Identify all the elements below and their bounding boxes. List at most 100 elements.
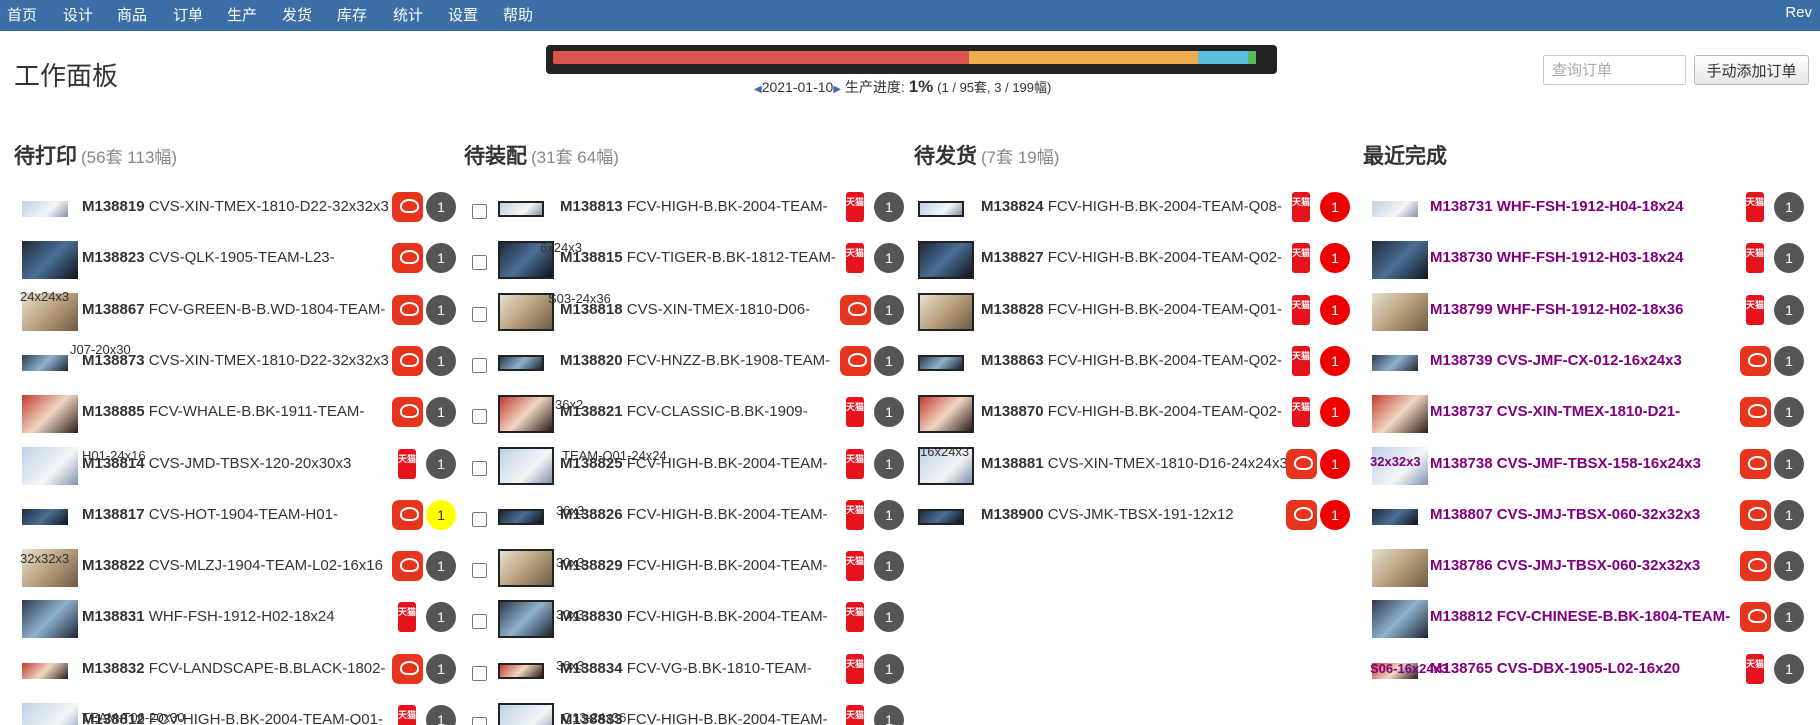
- quantity-circle[interactable]: 1: [874, 345, 904, 376]
- quantity-circle[interactable]: 1: [1774, 243, 1804, 274]
- quantity-circle[interactable]: 1: [1774, 499, 1804, 530]
- order-label[interactable]: M138813 FCV-HIGH-B.BK-2004-TEAM-: [560, 198, 828, 215]
- quantity-circle[interactable]: 1: [426, 192, 456, 222]
- order-row[interactable]: M138825 FCV-HIGH-B.BK-2004-TEAM- 天猫 1: [472, 443, 912, 489]
- add-order-button[interactable]: 手动添加订单: [1694, 55, 1809, 85]
- nav-design[interactable]: 设计: [63, 4, 93, 25]
- order-id[interactable]: M138831: [82, 608, 145, 625]
- order-label[interactable]: M138832 FCV-LANDSCAPE-B.BLACK-1802-: [82, 660, 385, 677]
- quantity-circle[interactable]: 1: [426, 397, 456, 428]
- artwork-thumbnail[interactable]: [1372, 600, 1428, 639]
- artwork-thumbnail[interactable]: [498, 446, 554, 485]
- order-label[interactable]: M138885 FCV-WHALE-B.BK-1911-TEAM-: [82, 403, 364, 420]
- quantity-circle[interactable]: 1: [426, 243, 456, 274]
- quantity-circle[interactable]: 1: [1320, 499, 1350, 530]
- order-row[interactable]: M138831 WHF-FSH-1912-H02-18x24 天猫 1: [18, 596, 458, 642]
- order-row[interactable]: M138807 CVS-JMJ-TBSX-060-32x32x3 1: [1368, 494, 1808, 540]
- order-row[interactable]: M138737 CVS-XIN-TMEX-1810-D21- 1: [1368, 391, 1808, 437]
- order-row[interactable]: M138832 FCV-LANDSCAPE-B.BLACK-1802- 1: [18, 648, 458, 694]
- artwork-thumbnail[interactable]: [22, 662, 68, 679]
- order-label[interactable]: M138834 FCV-VG-B.BK-1810-TEAM-: [560, 660, 812, 677]
- order-label[interactable]: M138870 FCV-HIGH-B.BK-2004-TEAM-Q02-: [981, 403, 1282, 420]
- artwork-thumbnail[interactable]: [498, 662, 544, 679]
- order-id[interactable]: M138739: [1430, 352, 1493, 369]
- quantity-circle[interactable]: 1: [874, 551, 904, 582]
- order-row[interactable]: M138738 CVS-JMF-TBSX-158-16x24x3 1: [1368, 443, 1808, 489]
- row-checkbox[interactable]: [472, 563, 487, 579]
- order-label[interactable]: M138786 CVS-JMJ-TBSX-060-32x32x3: [1430, 557, 1700, 574]
- order-id[interactable]: M138881: [981, 455, 1044, 472]
- artwork-thumbnail[interactable]: [918, 241, 974, 280]
- quantity-circle[interactable]: 1: [1320, 345, 1350, 376]
- artwork-thumbnail[interactable]: [1372, 292, 1428, 331]
- quantity-circle[interactable]: 1: [1320, 294, 1350, 325]
- artwork-thumbnail[interactable]: [1372, 395, 1428, 434]
- order-label[interactable]: M138815 FCV-TIGER-B.BK-1812-TEAM-: [560, 249, 836, 266]
- order-id[interactable]: M138817: [82, 506, 145, 523]
- prev-date-icon[interactable]: ◀: [754, 84, 762, 95]
- order-label[interactable]: M138831 WHF-FSH-1912-H02-18x24: [82, 608, 335, 625]
- quantity-circle[interactable]: 1: [426, 653, 456, 684]
- order-row[interactable]: M138900 CVS-JMK-TBSX-191-12x12 1: [918, 494, 1358, 540]
- order-id[interactable]: M138832: [82, 660, 145, 677]
- order-row[interactable]: M138867 FCV-GREEN-B-B.WD-1804-TEAM- 1: [18, 289, 458, 335]
- order-label[interactable]: M138820 FCV-HNZZ-B.BK-1908-TEAM-: [560, 352, 830, 369]
- order-row[interactable]: M138818 CVS-XIN-TMEX-1810-D06- 1: [472, 289, 912, 335]
- quantity-circle[interactable]: 1: [874, 397, 904, 428]
- row-checkbox[interactable]: [472, 511, 487, 527]
- artwork-thumbnail[interactable]: [498, 354, 544, 371]
- order-row[interactable]: M138820 FCV-HNZZ-B.BK-1908-TEAM- 1: [472, 340, 912, 386]
- order-id[interactable]: M138870: [981, 403, 1044, 420]
- artwork-thumbnail[interactable]: [918, 395, 974, 434]
- artwork-thumbnail[interactable]: [1372, 201, 1418, 217]
- artwork-thumbnail[interactable]: [1372, 549, 1428, 588]
- artwork-thumbnail[interactable]: [22, 201, 68, 217]
- order-row[interactable]: M138739 CVS-JMF-CX-012-16x24x3 1: [1368, 340, 1808, 386]
- quantity-circle[interactable]: 1: [426, 294, 456, 325]
- order-row[interactable]: M138821 FCV-CLASSIC-B.BK-1909- 天猫 1: [472, 391, 912, 437]
- quantity-circle[interactable]: 1: [1320, 243, 1350, 274]
- row-checkbox[interactable]: [472, 614, 487, 630]
- order-label[interactable]: M138824 FCV-HIGH-B.BK-2004-TEAM-Q08-: [981, 198, 1282, 215]
- artwork-thumbnail[interactable]: [22, 508, 68, 525]
- quantity-circle[interactable]: 1: [1774, 602, 1804, 633]
- order-label[interactable]: M138830 FCV-HIGH-B.BK-2004-TEAM-: [560, 608, 828, 625]
- quantity-circle[interactable]: 1: [1774, 294, 1804, 325]
- row-checkbox[interactable]: [472, 255, 487, 271]
- order-row[interactable]: M138813 FCV-HIGH-B.BK-2004-TEAM- 天猫 1: [472, 186, 912, 232]
- order-label[interactable]: M138730 WHF-FSH-1912-H03-18x24: [1430, 249, 1683, 266]
- artwork-thumbnail[interactable]: [22, 354, 68, 371]
- order-row[interactable]: M138786 CVS-JMJ-TBSX-060-32x32x3 1: [1368, 545, 1808, 591]
- order-row[interactable]: M138824 FCV-HIGH-B.BK-2004-TEAM-Q08- 天猫 1: [918, 186, 1358, 232]
- nav-stats[interactable]: 统计: [393, 4, 423, 25]
- order-id[interactable]: M138823: [82, 249, 145, 266]
- quantity-circle[interactable]: 1: [1774, 653, 1804, 684]
- order-label[interactable]: M138827 FCV-HIGH-B.BK-2004-TEAM-Q02-: [981, 249, 1282, 266]
- order-id[interactable]: M138786: [1430, 557, 1493, 574]
- order-label[interactable]: M138867 FCV-GREEN-B-B.WD-1804-TEAM-: [82, 301, 385, 318]
- order-row[interactable]: M138815 FCV-TIGER-B.BK-1812-TEAM- 天猫 1: [472, 237, 912, 283]
- order-id[interactable]: M138820: [560, 352, 623, 369]
- quantity-circle[interactable]: 1: [1320, 397, 1350, 428]
- nav-revision[interactable]: Rev: [1785, 4, 1812, 21]
- order-id[interactable]: M138738: [1430, 455, 1493, 472]
- order-row[interactable]: M138870 FCV-HIGH-B.BK-2004-TEAM-Q02- 天猫 1: [918, 391, 1358, 437]
- order-label[interactable]: M138799 WHF-FSH-1912-H02-18x36: [1430, 301, 1683, 318]
- order-row[interactable]: M138834 FCV-VG-B.BK-1810-TEAM- 天猫 1: [472, 648, 912, 694]
- nav-products[interactable]: 商品: [117, 4, 147, 25]
- artwork-thumbnail[interactable]: [918, 201, 964, 217]
- artwork-thumbnail[interactable]: [498, 703, 554, 725]
- row-checkbox[interactable]: [472, 306, 487, 322]
- order-id[interactable]: M138730: [1430, 249, 1493, 266]
- artwork-thumbnail[interactable]: [498, 600, 554, 639]
- artwork-thumbnail[interactable]: [1372, 354, 1418, 371]
- quantity-circle[interactable]: 1: [874, 448, 904, 479]
- order-label[interactable]: M138807 CVS-JMJ-TBSX-060-32x32x3: [1430, 506, 1700, 523]
- artwork-thumbnail[interactable]: [498, 201, 544, 217]
- artwork-thumbnail[interactable]: [22, 446, 78, 485]
- artwork-thumbnail[interactable]: [918, 354, 964, 371]
- row-checkbox[interactable]: [472, 409, 487, 425]
- quantity-circle[interactable]: 1: [874, 653, 904, 684]
- order-label[interactable]: M138737 CVS-XIN-TMEX-1810-D21-: [1430, 403, 1680, 420]
- order-id[interactable]: M138812: [1430, 608, 1493, 625]
